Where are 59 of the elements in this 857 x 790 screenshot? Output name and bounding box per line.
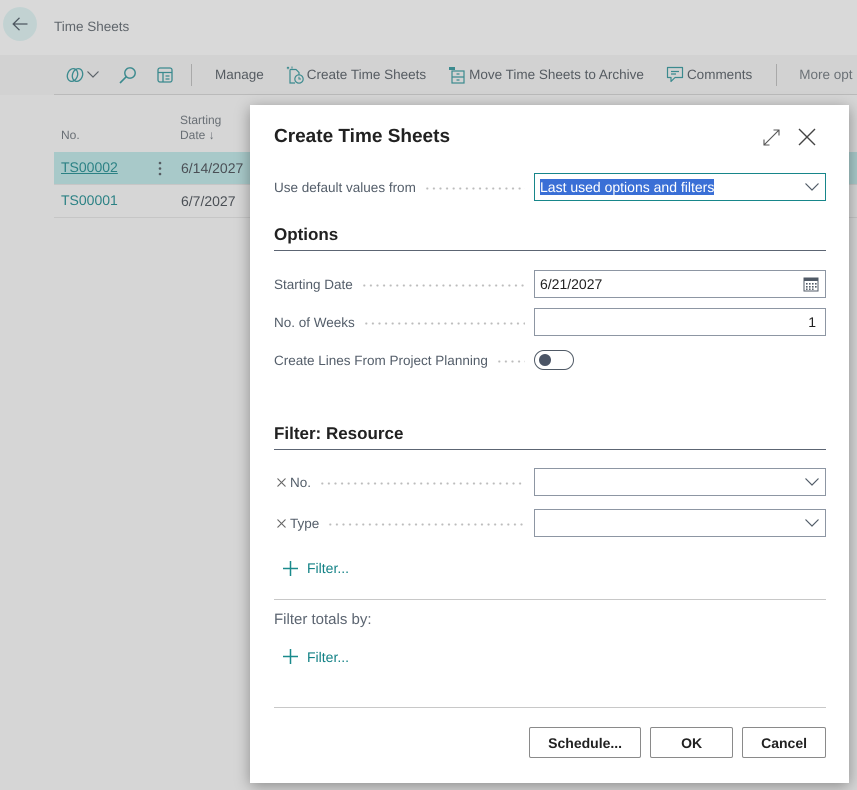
date-field[interactable]: 6/21/2027 [534,270,826,298]
vertical-dots-icon[interactable] [158,160,162,176]
manage-button[interactable]: Manage [204,67,275,82]
number-field[interactable]: 1 [534,308,826,336]
document-clock-icon [286,66,304,84]
dropdown-field[interactable]: Last used options and filters [534,173,826,201]
section-heading: Options [274,225,338,244]
cross-icon[interactable] [277,478,286,486]
copilot-menu-button[interactable] [66,66,99,82]
plus-icon [283,560,298,576]
layout-button[interactable] [157,66,173,82]
dotted-leader [496,360,525,362]
search-icon [119,66,137,84]
add-filter-button[interactable]: Filter... [274,644,350,668]
chevron-down-icon [805,519,819,527]
arrow-left-icon [12,16,28,32]
more-options-button[interactable]: More opt [799,67,852,82]
back-button[interactable] [3,7,37,41]
overlapping-shapes-icon [66,66,84,82]
column-header[interactable]: Starting Date ↓ [176,113,238,143]
field-label: No. [290,474,312,490]
create-time-sheets-button[interactable]: Create Time Sheets [274,66,438,84]
toggle-switch[interactable] [534,350,574,370]
expand-icon [763,128,780,146]
expand-button[interactable] [763,128,780,146]
page-title: Time Sheets [54,19,130,35]
filter-totals-label: Filter totals by: [274,610,372,630]
calendar-icon[interactable] [803,276,819,292]
record-link[interactable]: TS00001 [61,192,118,208]
field-label: Starting Date [274,276,353,292]
dialog-title: Create Time Sheets [274,126,452,148]
cancel-button[interactable]: Cancel [742,727,826,758]
ok-button[interactable]: OK [650,727,734,758]
field-label: Type [290,516,320,530]
schedule-button[interactable]: Schedule... [529,727,642,758]
file-cabinet-icon [448,66,466,84]
search-button[interactable] [119,66,137,84]
move-to-archive-button[interactable]: Move Time Sheets to Archive [437,66,655,84]
dropdown-field[interactable] [534,468,826,496]
field-label: Use default values from [274,180,416,194]
comments-button[interactable]: Comments [654,66,764,83]
cross-icon[interactable] [277,518,286,528]
close-icon [798,128,816,146]
chevron-down-icon [805,183,819,191]
section-heading: Filter: Resource [274,424,404,443]
chevron-down-icon [87,71,99,78]
plus-icon [283,649,298,664]
panel-layout-icon [157,66,173,82]
speech-bubble-icon [666,66,684,83]
table-cell-text: 6/7/2027 [180,193,236,209]
dropdown-field[interactable] [534,509,826,537]
add-filter-button[interactable]: Filter... [274,556,350,580]
table-cell-text: 6/14/2027 [180,160,244,176]
record-link[interactable]: TS00002 [61,159,118,175]
chevron-down-icon [805,478,819,486]
field-label: No. of Weeks [274,314,355,330]
close-button[interactable] [798,128,816,146]
column-header[interactable]: No. [54,128,80,143]
field-label: Create Lines From Project Planning [274,352,488,368]
